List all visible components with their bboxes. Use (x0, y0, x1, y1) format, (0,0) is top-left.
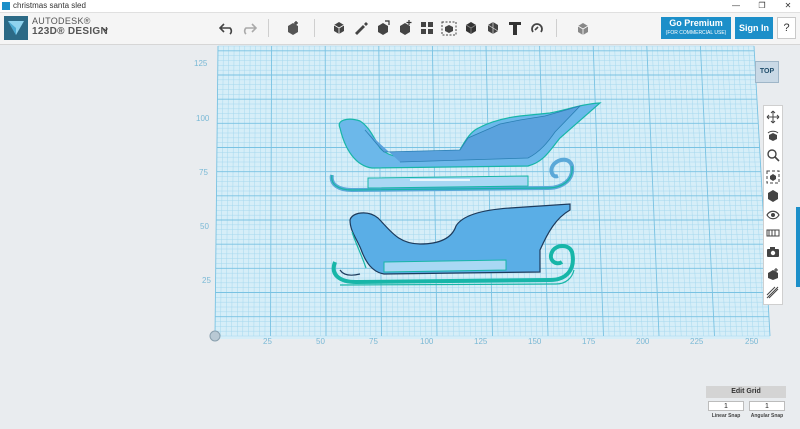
toolbar-separator (268, 19, 269, 37)
pattern-icon[interactable] (416, 17, 438, 39)
measure-icon[interactable] (482, 17, 504, 39)
edit-grid-button[interactable]: Edit Grid (706, 386, 786, 398)
x-tick-label: 125 (474, 337, 488, 346)
navigation-bar (763, 105, 783, 305)
modify-icon[interactable] (394, 17, 416, 39)
y-tick-label: 25 (202, 276, 211, 285)
snap-view-icon[interactable] (766, 267, 780, 281)
angular-snap-label: Angular Snap (750, 413, 784, 419)
x-tick-label: 150 (528, 337, 542, 346)
linear-snap-label: Linear Snap (711, 413, 741, 419)
go-premium-button[interactable]: Go Premium (FOR COMMERCIAL USE) (661, 17, 731, 39)
y-tick-label: 75 (199, 168, 208, 177)
transform-icon[interactable] (282, 17, 304, 39)
undo-icon[interactable] (216, 17, 238, 39)
snap-icon[interactable] (526, 17, 548, 39)
screenshot-icon[interactable] (766, 245, 780, 259)
window-title: christmas santa sled (13, 1, 86, 10)
view-icon[interactable] (766, 189, 780, 203)
linear-snap-input[interactable]: 1 (708, 401, 744, 411)
primitives-icon[interactable] (328, 17, 350, 39)
go-premium-label: Go Premium (669, 18, 723, 28)
x-tick-label: 225 (690, 337, 704, 346)
angular-snap-input[interactable]: 1 (749, 401, 785, 411)
brand: AUTODESK® 123D® DESIGN (32, 16, 108, 37)
right-panel-handle[interactable] (796, 207, 800, 287)
redo-icon[interactable] (238, 17, 260, 39)
y-tick-label: 100 (196, 114, 210, 123)
help-button[interactable]: ? (777, 17, 796, 39)
brand-line2: 123D® DESIGN (32, 26, 108, 37)
main-toolbar: AUTODESK® 123D® DESIGN ⌄ Go Premium (FOR… (0, 13, 800, 45)
toolbar-separator (314, 19, 315, 37)
fit-icon[interactable] (766, 170, 780, 184)
title-bar: christmas santa sled — ❐ ✕ (0, 0, 800, 13)
3d-viewport[interactable]: 125 100 75 50 25 25 50 75 100 125 150 17… (0, 45, 800, 429)
sign-in-button[interactable]: Sign In (735, 17, 773, 39)
x-tick-label: 25 (263, 337, 272, 346)
material-icon[interactable] (572, 17, 594, 39)
origin-marker-icon (209, 330, 221, 342)
group-icon[interactable] (438, 17, 460, 39)
text-icon[interactable] (504, 17, 526, 39)
minimize-button[interactable]: — (725, 0, 747, 12)
x-tick-label: 175 (582, 337, 596, 346)
x-tick-label: 100 (420, 337, 434, 346)
y-axis-labels: 125 100 75 50 25 (194, 59, 211, 285)
sketch-icon[interactable] (350, 17, 372, 39)
maximize-button[interactable]: ❐ (751, 0, 773, 12)
orbit-icon[interactable] (766, 129, 780, 143)
materials-icon[interactable] (766, 226, 780, 240)
x-tick-label: 250 (745, 337, 759, 346)
toolbar-separator (556, 19, 557, 37)
x-tick-label: 50 (316, 337, 325, 346)
view-cube-top[interactable]: TOP (755, 61, 779, 83)
construct-icon[interactable] (372, 17, 394, 39)
go-premium-sub: (FOR COMMERCIAL USE) (665, 30, 727, 36)
pan-icon[interactable] (766, 110, 780, 124)
y-tick-label: 50 (200, 222, 209, 231)
app-icon (2, 2, 10, 10)
combine-icon[interactable] (460, 17, 482, 39)
x-tick-label: 200 (636, 337, 650, 346)
outline-icon[interactable] (766, 286, 780, 300)
brand-line1: AUTODESK® (32, 16, 91, 26)
app-menu-chevron-down-icon[interactable]: ⌄ (101, 21, 110, 34)
zoom-icon[interactable] (766, 148, 780, 162)
x-tick-label: 75 (369, 337, 378, 346)
y-tick-label: 125 (194, 59, 208, 68)
scene-canvas[interactable]: 125 100 75 50 25 25 50 75 100 125 150 17… (0, 45, 800, 429)
visibility-icon[interactable] (766, 208, 780, 222)
close-button[interactable]: ✕ (777, 0, 799, 12)
autodesk-logo-icon (4, 16, 28, 40)
